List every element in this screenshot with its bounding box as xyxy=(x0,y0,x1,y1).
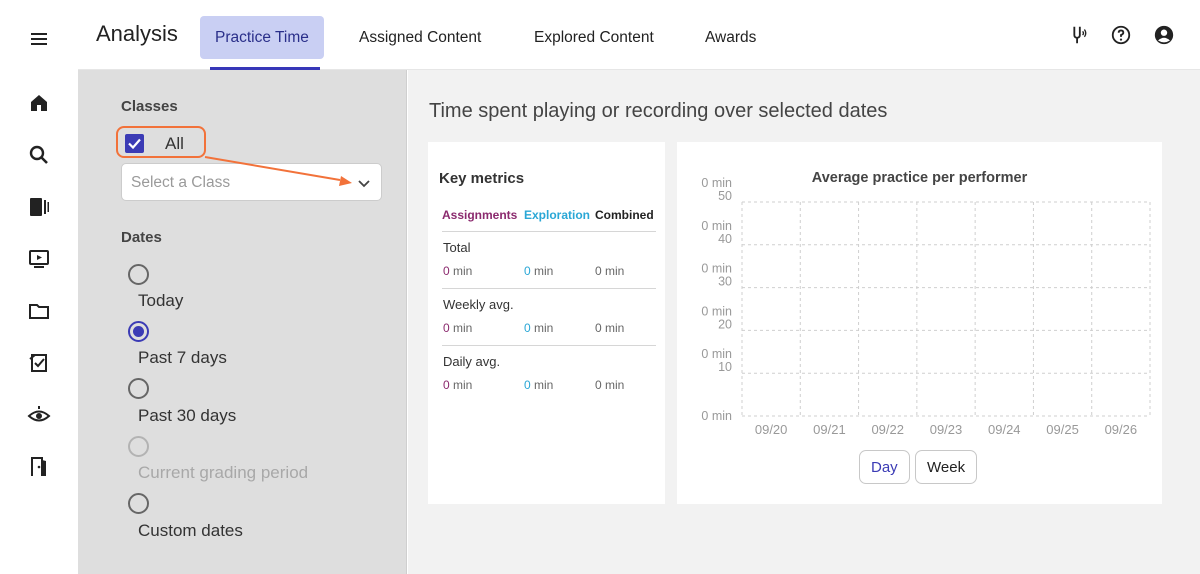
classes-heading: Classes xyxy=(121,98,178,115)
menu-icon[interactable] xyxy=(22,22,56,56)
daily-combined-value: 0 min xyxy=(595,378,625,392)
main-title: Time spent playing or recording over sel… xyxy=(429,100,888,122)
tab-practice-time[interactable]: Practice Time xyxy=(200,16,324,59)
all-classes-label: All xyxy=(165,134,184,153)
y-tick-label: 0 min 10 xyxy=(701,347,732,374)
y-tick-label: 0 min 30 xyxy=(701,262,732,289)
weekly-exploration-value: 0 min xyxy=(524,321,554,335)
y-tick-label: 0 min xyxy=(701,409,732,423)
app: Analysis Practice Time Assigned Content … xyxy=(0,0,1200,574)
x-tick-label: 09/21 xyxy=(813,422,846,437)
library-icon[interactable] xyxy=(22,190,56,224)
y-tick-label: 0 min 20 xyxy=(701,304,732,331)
radio-label-current-grading-period: Current grading period xyxy=(138,463,309,482)
x-tick-label: 09/20 xyxy=(755,422,788,437)
page-title: Analysis xyxy=(96,21,178,46)
radio-label-today: Today xyxy=(138,291,184,310)
radio-label-past-30-days: Past 30 days xyxy=(138,406,237,425)
col-combined: Combined xyxy=(595,208,654,222)
y-tick-label: 0 min 40 xyxy=(701,219,732,246)
all-classes-checkbox[interactable] xyxy=(125,134,144,153)
radio-label-past-7-days: Past 7 days xyxy=(138,348,227,367)
divider xyxy=(442,345,656,346)
row-label-total: Total xyxy=(443,240,471,255)
class-select[interactable]: Select a Class xyxy=(121,163,382,201)
row-label-daily-avg: Daily avg. xyxy=(443,354,501,369)
y-tick-label: 0 min 50 xyxy=(701,176,732,203)
x-tick-label: 09/26 xyxy=(1105,422,1138,437)
chevron-down-icon xyxy=(358,180,370,188)
filter-panel: Classes All Select a Class Dates Today P… xyxy=(78,70,407,574)
account-circle-icon[interactable] xyxy=(1151,22,1177,48)
day-button[interactable]: Day xyxy=(859,450,910,484)
radio-today[interactable] xyxy=(128,264,149,285)
class-select-placeholder: Select a Class xyxy=(131,174,231,191)
radio-past-7-days[interactable] xyxy=(128,321,149,342)
col-exploration: Exploration xyxy=(524,208,591,222)
chart-card: Average practice per performer 0 min 0 mi… xyxy=(677,142,1162,504)
col-assignments: Assignments xyxy=(442,208,518,222)
x-tick-label: 09/23 xyxy=(930,422,963,437)
weekly-assignments-value: 0 min xyxy=(443,321,473,335)
main-content: Time spent playing or recording over sel… xyxy=(408,70,1200,574)
tab-explored-content[interactable]: Explored Content xyxy=(519,16,669,59)
divider xyxy=(442,288,656,289)
daily-assignments-value: 0 min xyxy=(443,378,473,392)
row-label-weekly-avg: Weekly avg. xyxy=(443,297,514,312)
folder-icon[interactable] xyxy=(22,294,56,328)
exit-door-icon[interactable] xyxy=(22,450,56,484)
week-button[interactable]: Week xyxy=(915,450,978,484)
daily-exploration-value: 0 min xyxy=(524,378,554,392)
divider xyxy=(442,231,656,232)
key-metrics-title: Key metrics xyxy=(439,170,525,187)
home-icon[interactable] xyxy=(22,86,56,120)
tab-awards[interactable]: Awards xyxy=(690,16,771,59)
dates-heading: Dates xyxy=(121,229,162,246)
x-tick-label: 09/22 xyxy=(871,422,904,437)
total-assignments-value: 0 min xyxy=(443,264,473,278)
radio-past-30-days[interactable] xyxy=(128,378,149,399)
search-icon[interactable] xyxy=(22,138,56,172)
help-circle-icon[interactable] xyxy=(1108,22,1134,48)
top-header: Analysis Practice Time Assigned Content … xyxy=(78,0,1200,70)
tuning-fork-icon[interactable] xyxy=(1065,22,1091,48)
total-exploration-value: 0 min xyxy=(524,264,554,278)
radio-custom-dates[interactable] xyxy=(128,493,149,514)
radio-current-grading-period xyxy=(128,436,149,457)
x-tick-label: 09/24 xyxy=(988,422,1021,437)
assignments-icon[interactable] xyxy=(22,346,56,380)
total-combined-value: 0 min xyxy=(595,264,625,278)
practice-chart: 0 min 0 min 10 0 min 20 0 min 30 0 min 40 0 min 50… xyxy=(701,176,1151,437)
weekly-combined-value: 0 min xyxy=(595,321,625,335)
video-icon[interactable] xyxy=(22,242,56,276)
left-rail xyxy=(0,0,78,574)
x-tick-label: 09/25 xyxy=(1046,422,1079,437)
tab-assigned-content[interactable]: Assigned Content xyxy=(344,16,496,59)
key-metrics-card: Key metrics Assignments Exploration Comb… xyxy=(428,142,665,504)
radio-label-custom-dates: Custom dates xyxy=(138,521,243,540)
eye-icon[interactable] xyxy=(22,398,56,432)
